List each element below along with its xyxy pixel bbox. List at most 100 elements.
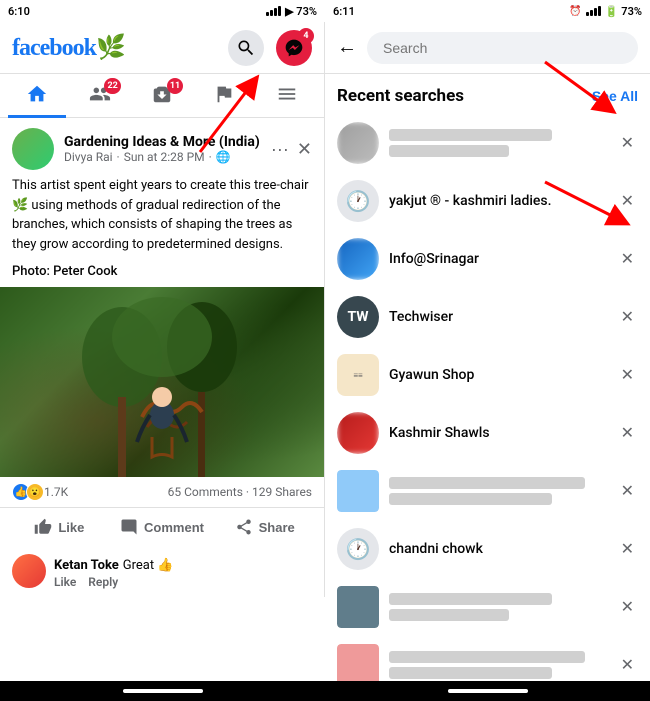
nav-flag[interactable]	[195, 74, 253, 118]
nav-menu[interactable]	[258, 74, 316, 118]
search-name-7	[389, 477, 607, 505]
remove-btn-10[interactable]: ✕	[617, 651, 638, 679]
left-status-bar: 6:10 ▶ 73%	[0, 0, 325, 22]
search-item-7[interactable]: ✕	[325, 462, 650, 520]
search-item-5[interactable]: ≡≡ Gyawun Shop ✕	[325, 346, 650, 404]
left-battery: ▶ 73%	[285, 5, 317, 18]
comment-button[interactable]: Comment	[111, 510, 214, 544]
right-time: 6:11	[333, 5, 355, 18]
search-item-6[interactable]: Kashmir Shawls ✕	[325, 404, 650, 462]
search-item-2[interactable]: 🕐 yakjut ® - kashmiri ladies. ✕	[325, 172, 650, 230]
more-button[interactable]: ···	[271, 139, 289, 160]
clock-icon-8: 🕐	[346, 537, 371, 561]
post-action-bar: Like Comment Share	[0, 508, 324, 546]
photo-credit: Photo: Peter Cook	[0, 264, 324, 287]
reactions: 👍 😮 1.7K	[12, 483, 68, 501]
tree-chair-image	[62, 297, 262, 477]
like-icon	[34, 518, 52, 536]
home-icon	[26, 83, 48, 105]
wow-reaction: 😮	[26, 483, 44, 501]
search-item-4[interactable]: TW Techwiser ✕	[325, 288, 650, 346]
search-name-kashmir: Kashmir Shawls	[389, 425, 607, 441]
comments-count: 65 Comments	[168, 485, 243, 499]
close-post-button[interactable]: ✕	[297, 139, 312, 160]
header-icons: 4	[228, 30, 312, 66]
right-battery: 🔋 73%	[605, 5, 642, 18]
search-icon	[236, 38, 256, 58]
search-thumb-6	[337, 412, 379, 454]
search-input[interactable]	[367, 32, 638, 64]
home-indicator-left	[123, 689, 203, 693]
messenger-button[interactable]: 4	[276, 30, 312, 66]
clock-thumb-8: 🕐	[337, 528, 379, 570]
search-thumb-7	[337, 470, 379, 512]
search-name-yakjut: yakjut ® - kashmiri ladies.	[389, 193, 607, 209]
search-name-gyawun: Gyawun Shop	[389, 367, 607, 383]
search-name-info: Info@Srinagar	[389, 251, 607, 267]
nav-friends[interactable]: 22	[70, 74, 128, 118]
right-bottom-bar	[325, 681, 650, 701]
techwiser-avatar: TW	[337, 296, 379, 338]
search-item-8[interactable]: 🕐 chandni chowk ✕	[325, 520, 650, 578]
remove-btn-7[interactable]: ✕	[617, 477, 638, 505]
comment-like[interactable]: Like	[54, 575, 76, 589]
search-item-3[interactable]: Info@Srinagar ✕	[325, 230, 650, 288]
search-name-1	[389, 129, 607, 157]
search-name-techwiser: Techwiser	[389, 309, 607, 325]
post-info: Gardening Ideas & More (India) Divya Rai…	[64, 134, 261, 164]
search-thumb-5: ≡≡	[337, 354, 379, 396]
comment-icon	[120, 518, 138, 536]
search-name-9	[389, 593, 607, 621]
comment-actions: Like Reply	[54, 575, 312, 589]
remove-btn-3[interactable]: ✕	[617, 245, 638, 273]
search-thumb-3	[337, 238, 379, 280]
like-button[interactable]: Like	[8, 510, 111, 544]
search-item-10[interactable]: ✕	[325, 636, 650, 681]
search-thumb-10	[337, 644, 379, 681]
comment-reply[interactable]: Reply	[88, 575, 118, 589]
remove-btn-1[interactable]: ✕	[617, 129, 638, 157]
search-button[interactable]	[228, 30, 264, 66]
recent-searches-header: Recent searches See All	[325, 74, 650, 114]
messenger-badge: 4	[298, 28, 314, 44]
nav-home[interactable]	[8, 74, 66, 118]
remove-btn-8[interactable]: ✕	[617, 535, 638, 563]
menu-icon	[276, 83, 298, 105]
left-header: facebook🌿 4	[0, 22, 324, 74]
commenter-name: Ketan Toke	[54, 558, 119, 573]
post-stats: 👍 😮 1.7K 65 Comments · 129 Shares	[0, 477, 324, 508]
right-status-bar: 6:11 ⏰ 🔋 73%	[325, 0, 650, 22]
remove-btn-5[interactable]: ✕	[617, 361, 638, 389]
search-name-chandni: chandni chowk	[389, 541, 607, 557]
search-thumb-9	[337, 586, 379, 628]
commenter-avatar	[12, 554, 46, 588]
flag-icon	[213, 83, 235, 105]
search-thumb-1	[337, 122, 379, 164]
post-header: Gardening Ideas & More (India) Divya Rai…	[0, 118, 324, 176]
search-item-9[interactable]: ✕	[325, 578, 650, 636]
search-item-1[interactable]: ✕	[325, 114, 650, 172]
see-all-button[interactable]: See All	[592, 88, 638, 104]
share-button[interactable]: Share	[213, 510, 316, 544]
post-page-name[interactable]: Gardening Ideas & More (India)	[64, 134, 261, 150]
feed-content: Gardening Ideas & More (India) Divya Rai…	[0, 118, 324, 597]
remove-btn-2[interactable]: ✕	[617, 187, 638, 215]
reactions-count: 1.7K	[44, 485, 68, 499]
remove-btn-6[interactable]: ✕	[617, 419, 638, 447]
comment-body: Ketan Toke Great 👍 Like Reply	[54, 554, 312, 589]
post-avatar	[12, 128, 54, 170]
friends-badge: 22	[104, 78, 120, 94]
comments-shares: 65 Comments · 129 Shares	[168, 485, 312, 499]
share-icon	[235, 518, 253, 536]
signal-icon	[266, 6, 281, 16]
back-button[interactable]: ←	[337, 36, 357, 59]
search-name-10	[389, 651, 607, 679]
nav-marketplace[interactable]: 11	[133, 74, 191, 118]
comment-section: Ketan Toke Great 👍 Like Reply	[0, 546, 324, 597]
clock-icon-2: 🕐	[346, 189, 371, 213]
recent-title: Recent searches	[337, 86, 464, 106]
home-indicator-right	[448, 689, 528, 693]
remove-btn-4[interactable]: ✕	[617, 303, 638, 331]
remove-btn-9[interactable]: ✕	[617, 593, 638, 621]
search-items-list: ✕ 🕐 yakjut ® - kashmiri ladies. ✕ Info@S…	[325, 114, 650, 681]
